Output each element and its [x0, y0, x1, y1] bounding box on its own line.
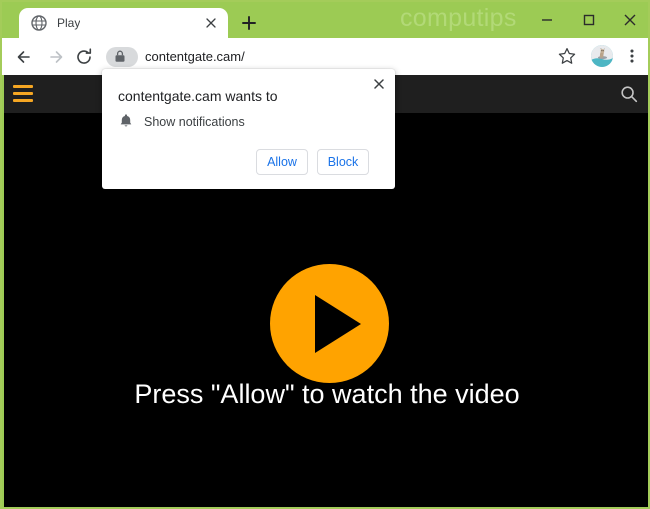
new-tab-button[interactable]: [239, 13, 259, 33]
play-button[interactable]: [270, 264, 389, 383]
notification-permission-dialog: contentgate.cam wants to Show notificati…: [102, 69, 395, 189]
dialog-title: contentgate.cam wants to: [118, 88, 278, 104]
globe-icon: [31, 15, 47, 31]
window-close-button[interactable]: [617, 7, 643, 33]
forward-arrow-icon[interactable]: [44, 46, 66, 68]
close-icon[interactable]: [204, 16, 218, 30]
bookmark-star-icon[interactable]: [557, 46, 577, 66]
close-icon[interactable]: [371, 76, 387, 92]
lock-icon: [114, 50, 126, 63]
permission-label: Show notifications: [144, 115, 245, 129]
allow-button[interactable]: Allow: [256, 149, 308, 175]
tab-title: Play: [57, 16, 81, 30]
browser-tab[interactable]: Play: [19, 8, 228, 38]
block-button[interactable]: Block: [317, 149, 369, 175]
reload-icon[interactable]: [73, 46, 95, 68]
play-triangle-icon: [315, 295, 361, 353]
hamburger-line: [13, 99, 33, 102]
bell-icon: [119, 113, 133, 129]
hamburger-menu-icon[interactable]: [13, 85, 33, 103]
watermark-text: computips: [400, 4, 517, 32]
browser-window: computips Play contentgate.cam/ Press "A…: [0, 0, 650, 509]
search-icon[interactable]: [620, 85, 638, 103]
hamburger-line: [13, 85, 33, 88]
back-arrow-icon[interactable]: [14, 46, 36, 68]
avatar[interactable]: [591, 45, 613, 67]
url-text: contentgate.cam/: [145, 49, 245, 64]
hamburger-line: [13, 92, 33, 95]
chrome-menu-icon[interactable]: [623, 46, 641, 66]
address-bar[interactable]: contentgate.cam/: [102, 45, 546, 69]
window-maximize-button[interactable]: [576, 7, 602, 33]
browser-title-bar: computips Play: [2, 2, 648, 38]
call-to-action-text: Press "Allow" to watch the video: [134, 379, 520, 409]
window-minimize-button[interactable]: [534, 7, 560, 33]
